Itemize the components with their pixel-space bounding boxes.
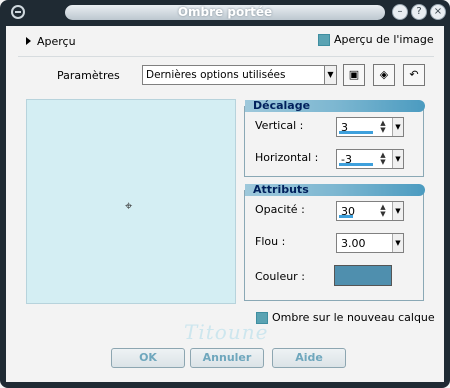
triangle-right-icon [26,37,31,45]
preview-on-image-checkbox[interactable]: Aperçu de l'image [318,33,434,46]
offset-group: Décalage Vertical : 3 ▲ ▼ ▼ Horizontal : … [244,99,425,177]
help-icon[interactable]: ? [411,4,427,20]
color-label: Couleur : [255,270,305,283]
opacity-label: Opacité : [255,203,305,216]
cancel-button[interactable]: Annuler [190,348,264,368]
preset-select[interactable]: Dernières options utilisées ▼ [142,65,337,85]
dropdown-icon[interactable]: ▼ [392,202,403,220]
opacity-spinner[interactable]: 30 ▲ ▼ ▼ [336,201,404,221]
help-button[interactable]: Aide [272,348,346,368]
dropdown-icon[interactable]: ▼ [392,118,403,136]
horizontal-label: Horizontal : [255,151,319,164]
preview-toggle-label: Aperçu [37,34,76,48]
dropdown-icon[interactable]: ▼ [392,234,403,252]
preset-select-value: Dernières options utilisées [146,69,286,81]
minimize-icon[interactable]: – [392,4,408,20]
window-menu-icon[interactable] [11,5,25,19]
opacity-slider-bar[interactable] [339,215,353,218]
dialog-body: Aperçu Aperçu de l'image Paramètres Dern… [6,26,444,382]
save-icon: ▣ [348,68,360,81]
ok-button[interactable]: OK [111,348,185,368]
reset-icon: ↶ [409,68,419,81]
checkbox-box [318,33,330,46]
dropdown-icon[interactable]: ▼ [392,150,403,168]
blur-spinner[interactable]: 3.00 ▼ [336,233,404,253]
save-preset-button[interactable]: ▣ [343,64,365,86]
dialog-window: Ombre portée – ? × Aperçu Aperçu de l'im… [0,0,450,388]
shadow-color-swatch[interactable] [334,265,392,286]
vertical-slider-bar[interactable] [339,131,373,134]
horizontal-slider-bar[interactable] [339,163,373,166]
reset-button[interactable]: ↶ [403,64,425,86]
title-bar[interactable]: Ombre portée – ? × [0,0,450,24]
watermark-signature: Titoune [184,320,269,344]
delete-icon: ◈ [379,68,389,81]
shadow-new-layer-label: Ombre sur le nouveau calque [272,311,435,324]
chevron-down-icon[interactable]: ▼ [324,66,336,84]
parameters-label: Paramètres [57,69,120,82]
delete-preset-button[interactable]: ◈ [373,64,395,86]
preview-toggle[interactable]: Aperçu [26,34,76,48]
spin-arrows-icon[interactable]: ▲ ▼ [375,152,391,166]
blur-value[interactable]: 3.00 [341,237,366,250]
close-icon[interactable]: × [430,4,446,20]
window-title: Ombre portée [65,5,385,20]
divider [18,56,434,57]
preview-pane[interactable]: ⌖ [26,99,236,304]
attributes-group-title: Attributs [253,183,309,196]
attributes-group: Attributs Opacité : 30 ▲ ▼ ▼ Flou : 3.00 … [244,183,425,301]
preview-on-image-label: Aperçu de l'image [334,33,434,46]
shadow-new-layer-checkbox[interactable]: Ombre sur le nouveau calque [256,311,435,324]
vertical-spinner[interactable]: 3 ▲ ▼ ▼ [336,117,404,137]
offset-group-title: Décalage [253,99,311,112]
horizontal-spinner[interactable]: -3 ▲ ▼ ▼ [336,149,404,169]
vertical-label: Vertical : [255,119,304,132]
blur-label: Flou : [255,235,286,248]
crosshair-icon[interactable]: ⌖ [125,199,132,214]
spin-arrows-icon[interactable]: ▲ ▼ [375,204,391,218]
spin-arrows-icon[interactable]: ▲ ▼ [375,120,391,134]
